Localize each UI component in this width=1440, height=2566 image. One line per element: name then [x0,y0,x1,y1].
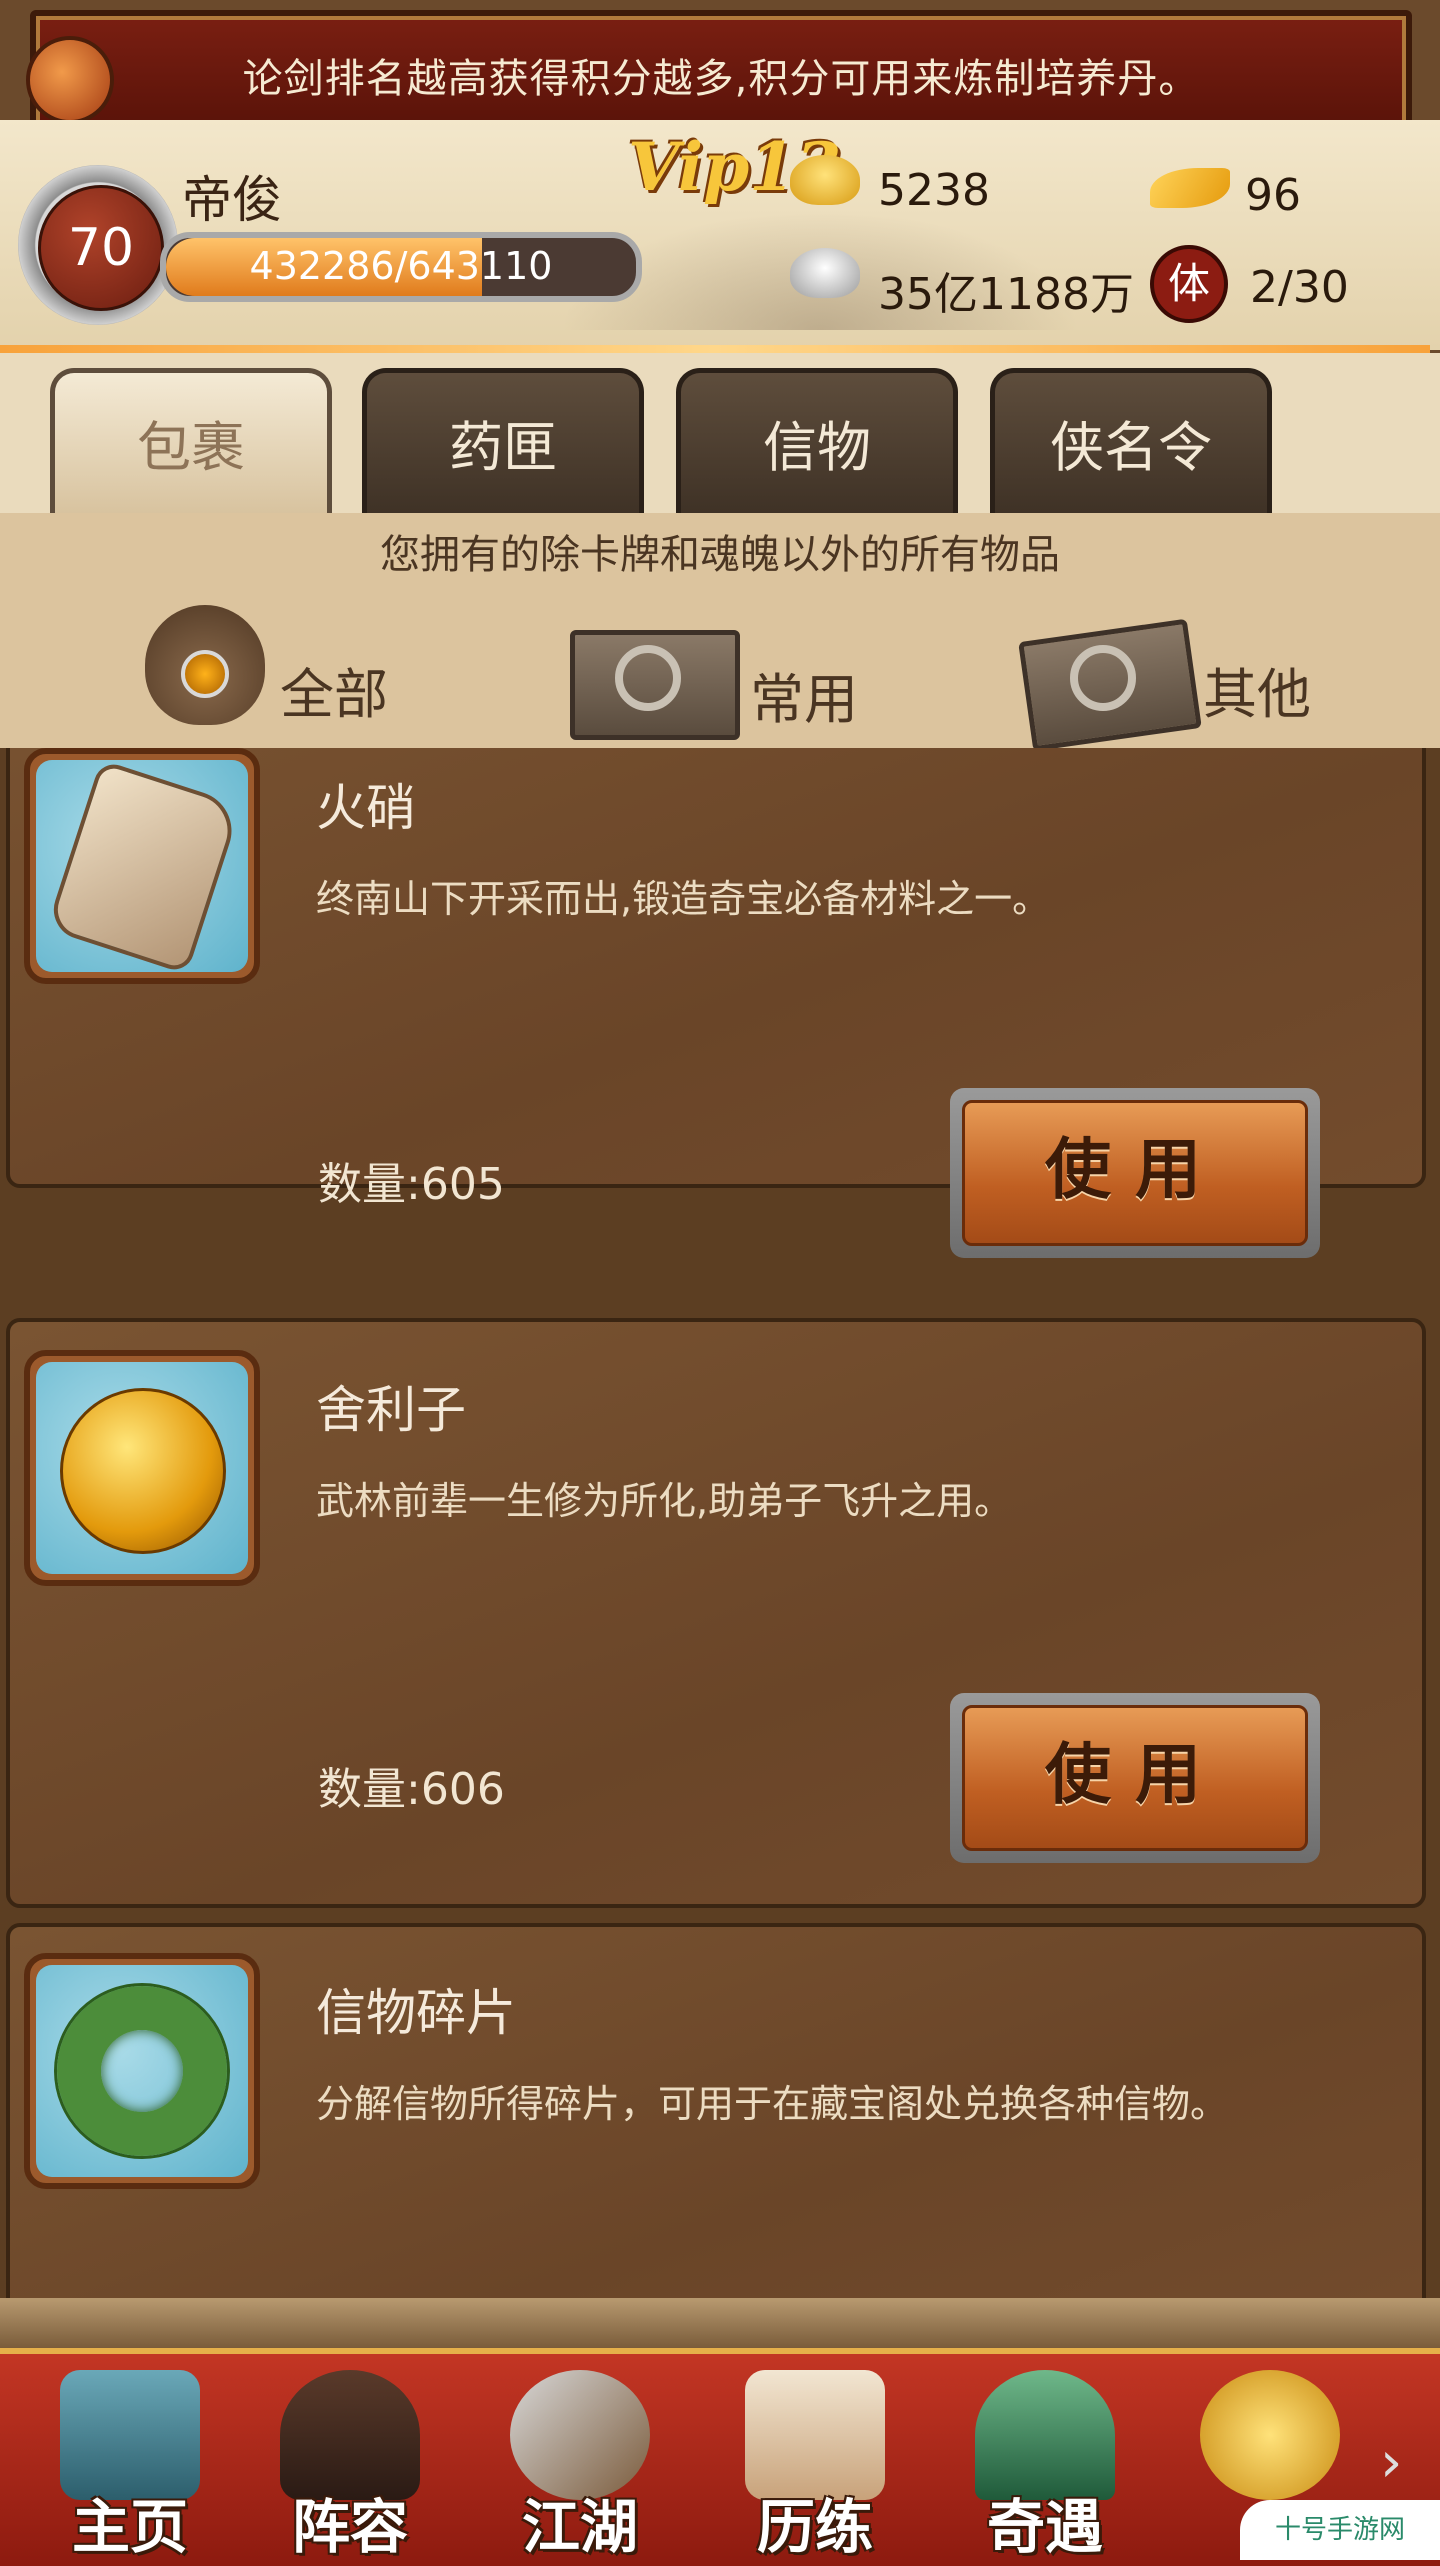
gold-amount: 5238 [878,165,990,216]
nav-trim [0,2298,1440,2348]
use-button[interactable]: 使用 [950,1693,1320,1863]
nav-training[interactable]: 历练 [715,2360,915,2561]
ring-icon [1070,645,1136,711]
treasure-icon [1200,2370,1340,2500]
category-description: 您拥有的除卡牌和魂魄以外的所有物品 [380,532,1060,578]
player-name: 帝俊 [182,171,282,229]
silver-amount: 35亿1188万 [878,269,1134,320]
filter-other[interactable]: 其他 [1018,600,1325,752]
ring-icon [615,645,681,711]
xp-text: 432286/643110 [249,244,553,288]
announcement-banner: 论剑排名越高获得积分越多,积分可用来炼制培养丹。 [26,10,1412,132]
use-button-label: 使用 [962,1705,1308,1851]
tab-medicine[interactable]: 药匣 [362,368,644,513]
tab-hero-order[interactable]: 侠名令 [990,368,1272,513]
nav-home[interactable]: 主页 [30,2360,230,2561]
stamina-icon: 体 [1150,245,1228,323]
silver-ingot-icon [790,248,860,298]
item-name: 火硝 [316,779,416,837]
nav-home-label: 主页 [71,2493,188,2561]
feather-amount: 96 [1245,170,1301,221]
sarira-icon [60,1388,226,1554]
stamina-amount: 2/30 [1250,262,1349,313]
nav-training-label: 历练 [756,2493,873,2561]
item-description: 终南山下开采而出,锻造奇宝必备材料之一。 [316,877,1051,921]
gem-icon [181,650,229,698]
use-button[interactable]: 使用 [950,1088,1320,1258]
nav-adventure-label: 奇遇 [986,2493,1103,2561]
gold-ingot-icon [790,155,860,205]
nav-jianghu-label: 江湖 [521,2493,638,2561]
level-value: 70 [38,185,164,311]
nav-lineup-label: 阵容 [291,2493,408,2561]
item-description: 分解信物所得碎片，可用于在藏宝阁处兑换各种信物。 [316,2082,1229,2126]
filter-all[interactable]: 全部 [145,600,405,740]
item-name: 舍利子 [316,1381,466,1439]
filter-common-label: 常用 [750,668,858,731]
filter-common[interactable]: 常用 [570,600,870,740]
jade-ring-icon [57,1986,227,2156]
item-name: 信物碎片 [316,1984,516,2042]
watermark-logo: 十号手游网 [1240,2500,1440,2560]
tab-tokens[interactable]: 信物 [676,368,958,513]
item-quantity: 数量:606 [318,1764,505,1815]
item-description: 武林前辈一生修为所化,助弟子飞升之用。 [316,1479,1013,1523]
filter-all-label: 全部 [280,663,388,726]
nav-jianghu[interactable]: 江湖 [480,2360,680,2561]
header-divider [0,345,1430,353]
nav-adventure[interactable]: 奇遇 [945,2360,1145,2561]
tab-bag[interactable]: 包裹 [50,368,332,513]
item-quantity: 数量:605 [318,1159,505,1210]
announcement-text: 论剑排名越高获得积分越多,积分可用来炼制培养丹。 [242,56,1200,102]
nav-next-arrow-icon[interactable]: › [1380,2430,1430,2495]
item-list[interactable]: 火硝 终南山下开采而出,锻造奇宝必备材料之一。 数量:605 使用 舍利子 武林… [0,748,1440,2298]
nav-lineup[interactable]: 阵容 [250,2360,450,2561]
use-button-label: 使用 [962,1100,1308,1246]
filter-other-label: 其他 [1203,663,1311,726]
